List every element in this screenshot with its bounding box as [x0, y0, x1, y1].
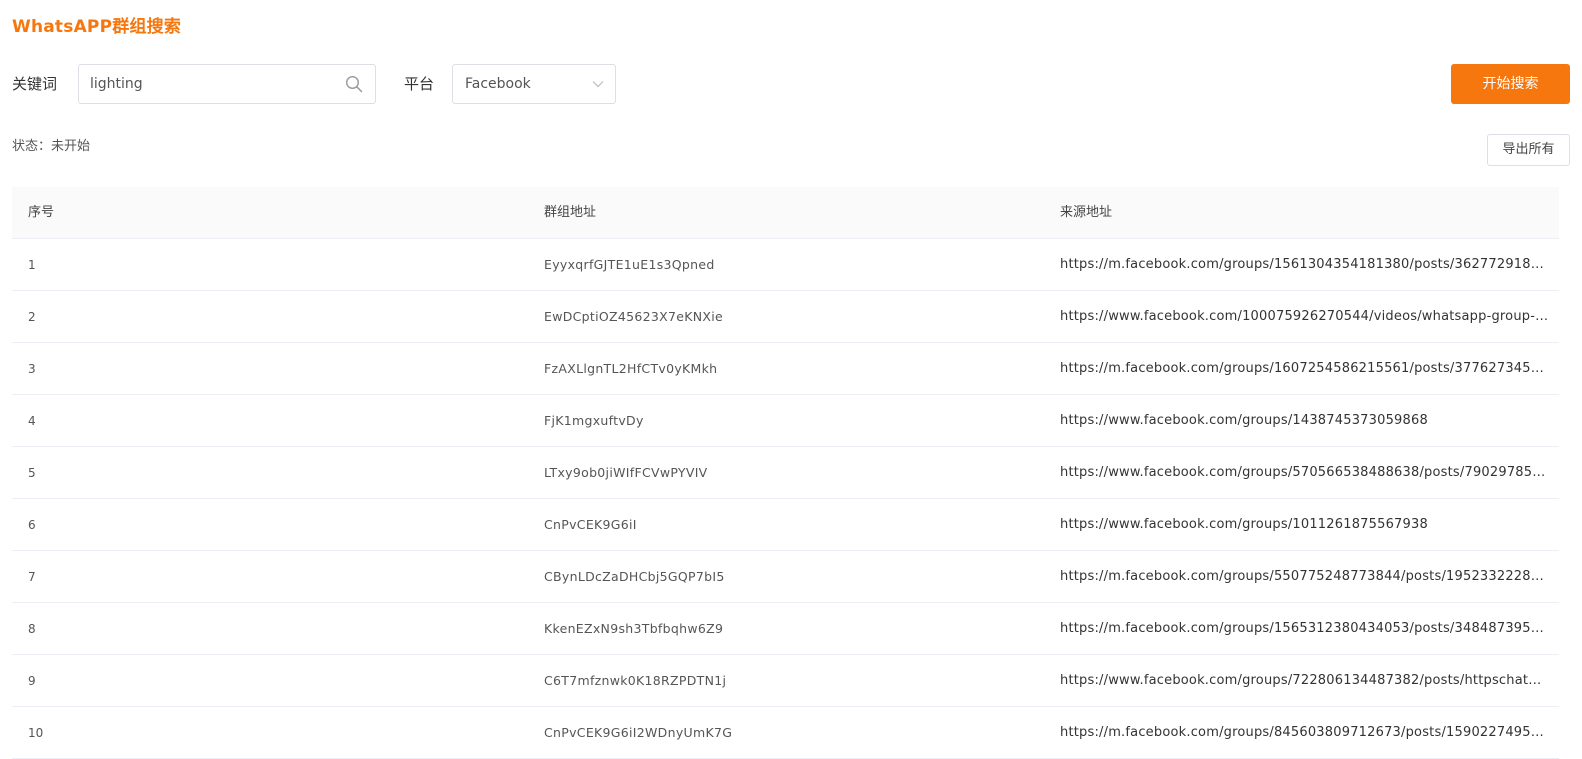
table-row: 10 CnPvCEK9G6iI2WDnyUmK7G https://m.face… [12, 707, 1559, 759]
keyword-field[interactable] [78, 64, 376, 104]
table-row: 4 FjK1mgxuftvDy https://www.facebook.com… [12, 395, 1559, 447]
source-address[interactable]: https://m.facebook.com/groups/5507752487… [1060, 551, 1550, 603]
table-row: 8 KkenEZxN9sh3Tbfbqhw6Z9 https://m.faceb… [12, 603, 1559, 655]
group-address: FzAXLlgnTL2HfCTv0yKMkh [544, 361, 718, 376]
search-icon[interactable] [345, 75, 363, 93]
page: WhatsAPP群组搜索 关键词 平台 Facebook 开始搜索 状态：未开始… [0, 0, 1582, 759]
table-row: 6 CnPvCEK9G6iI https://www.facebook.com/… [12, 499, 1559, 551]
column-header-source: 来源地址 [1060, 205, 1113, 220]
source-address[interactable]: https://m.facebook.com/groups/1561304354… [1060, 239, 1550, 291]
row-index: 1 [28, 258, 36, 272]
keyword-label: 关键词 [12, 75, 58, 93]
table-row: 5 LTxy9ob0jiWIfFCVwPYVIV https://www.fac… [12, 447, 1559, 499]
row-index: 3 [28, 362, 36, 376]
group-address: CBynLDcZaDHCbj5GQP7bI5 [544, 569, 725, 584]
table-row: 2 EwDCptiOZ45623X7eKNXie https://www.fac… [12, 291, 1559, 343]
source-address[interactable]: https://m.facebook.com/groups/1565312380… [1060, 603, 1550, 655]
table-row: 3 FzAXLlgnTL2HfCTv0yKMkh https://m.faceb… [12, 343, 1559, 395]
row-index: 8 [28, 622, 36, 636]
source-address[interactable]: https://m.facebook.com/groups/1607254586… [1060, 343, 1550, 395]
platform-select[interactable]: Facebook [452, 64, 616, 104]
table-row: 1 EyyxqrfGJTE1uE1s3Qpned https://m.faceb… [12, 239, 1559, 291]
row-index: 7 [28, 570, 36, 584]
source-address[interactable]: https://www.facebook.com/groups/72280613… [1060, 655, 1550, 707]
export-all-button[interactable]: 导出所有 [1487, 134, 1570, 166]
group-address: EwDCptiOZ45623X7eKNXie [544, 309, 724, 324]
source-address[interactable]: https://www.facebook.com/groups/14387453… [1060, 395, 1550, 447]
group-address: C6T7mfznwk0K18RZPDTN1j [544, 673, 727, 688]
group-address: LTxy9ob0jiWIfFCVwPYVIV [544, 465, 708, 480]
source-address[interactable]: https://m.facebook.com/groups/8456038097… [1060, 707, 1550, 759]
table-row: 9 C6T7mfznwk0K18RZPDTN1j https://www.fac… [12, 655, 1559, 707]
row-index: 9 [28, 674, 36, 688]
column-header-group: 群组地址 [544, 205, 597, 220]
group-address: CnPvCEK9G6iI2WDnyUmK7G [544, 725, 733, 740]
keyword-input[interactable] [79, 65, 329, 103]
column-header-index: 序号 [28, 205, 55, 220]
status-text: 状态：未开始 [12, 139, 91, 154]
group-address: CnPvCEK9G6iI [544, 517, 637, 532]
row-index: 10 [28, 726, 44, 740]
platform-selected-value: Facebook [465, 76, 531, 92]
row-index: 6 [28, 518, 36, 532]
table-header: 序号 群组地址 来源地址 [12, 187, 1559, 239]
source-address[interactable]: https://www.facebook.com/groups/57056653… [1060, 447, 1550, 499]
platform-label: 平台 [404, 75, 435, 93]
row-index: 5 [28, 466, 36, 480]
chevron-down-icon [592, 81, 604, 88]
row-index: 2 [28, 310, 36, 324]
group-address: FjK1mgxuftvDy [544, 413, 644, 428]
results-table: 序号 群组地址 来源地址 1 EyyxqrfGJTE1uE1s3Qpned ht… [12, 187, 1559, 759]
source-address[interactable]: https://www.facebook.com/groups/10112618… [1060, 499, 1550, 551]
page-title: WhatsAPP群组搜索 [12, 17, 182, 37]
row-index: 4 [28, 414, 36, 428]
search-bar: 关键词 平台 Facebook 开始搜索 [12, 64, 1570, 104]
start-search-button[interactable]: 开始搜索 [1451, 64, 1570, 104]
group-address: KkenEZxN9sh3Tbfbqhw6Z9 [544, 621, 724, 636]
table-row: 7 CBynLDcZaDHCbj5GQP7bI5 https://m.faceb… [12, 551, 1559, 603]
source-address[interactable]: https://www.facebook.com/100075926270544… [1060, 291, 1550, 343]
group-address: EyyxqrfGJTE1uE1s3Qpned [544, 257, 715, 272]
